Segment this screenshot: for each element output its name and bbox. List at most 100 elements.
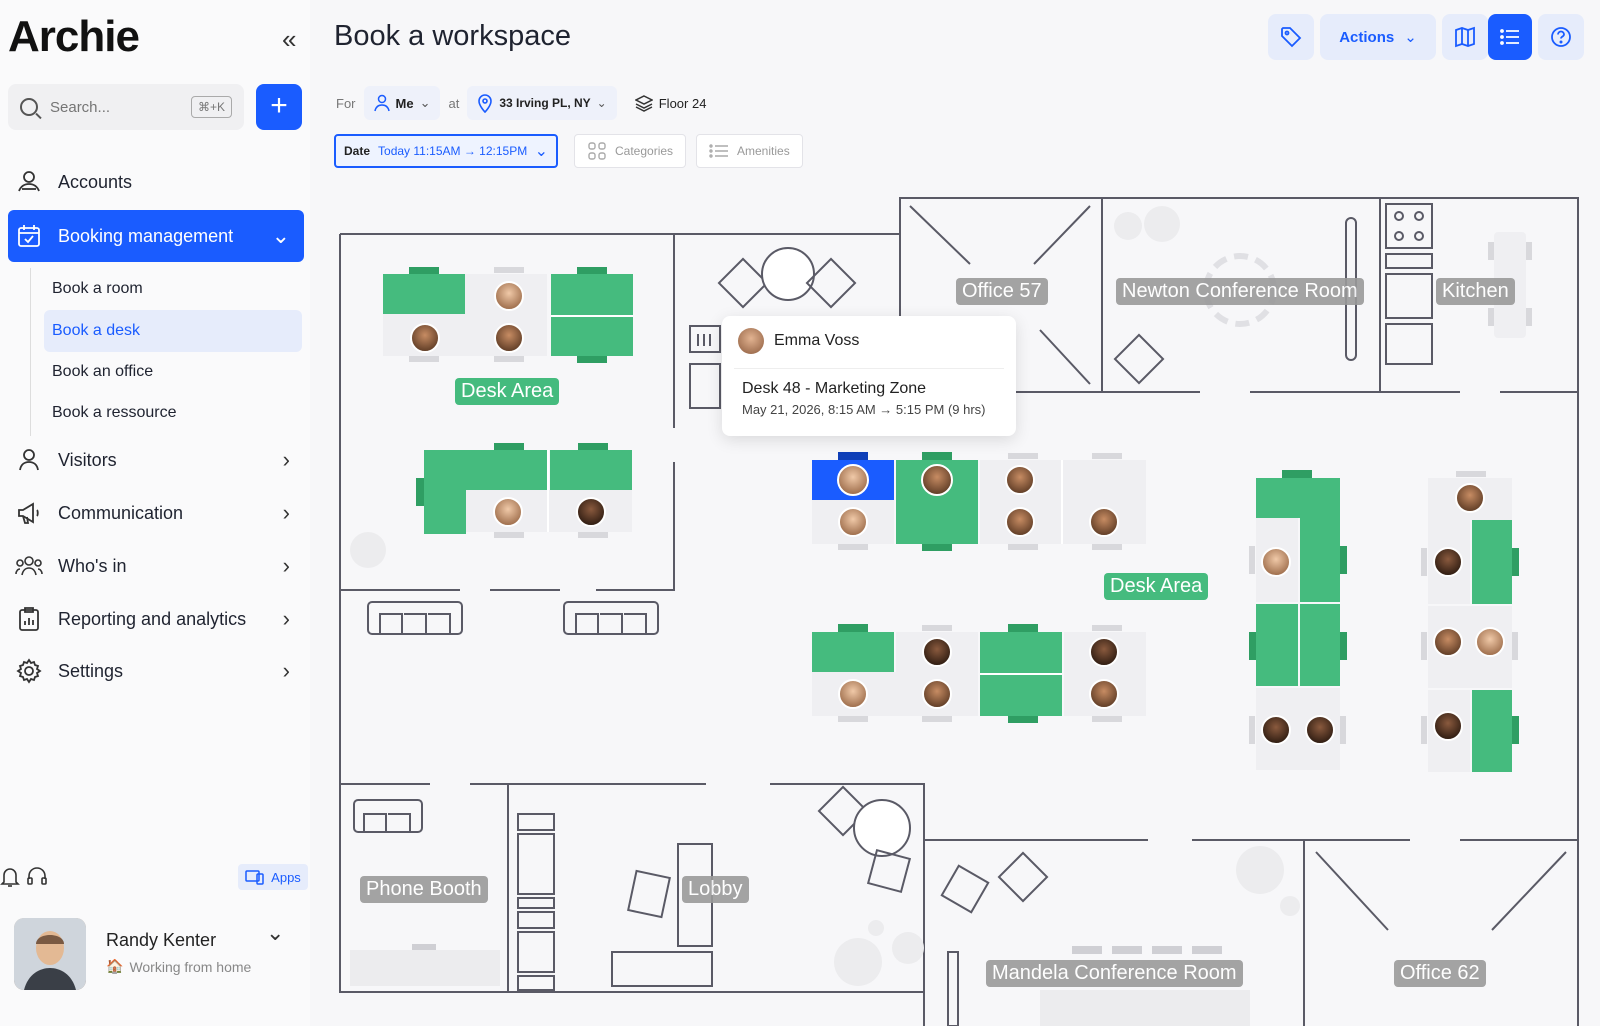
sidebar-item-label: Who's in <box>58 555 127 576</box>
search-icon <box>20 98 38 116</box>
for-select[interactable]: Me ⌄ <box>363 86 441 120</box>
sidebar-item-label: Settings <box>58 660 124 681</box>
date-filter[interactable]: Date Today 11:15AM → 12:15PM ⌄ <box>334 134 558 168</box>
for-value: Me <box>395 95 414 111</box>
sidebar-item-visitors[interactable]: Visitors › <box>8 436 304 484</box>
sidebar-item-whos-in[interactable]: Who's in › <box>8 542 304 590</box>
categories-label: Categories <box>615 144 674 158</box>
desk-cluster-6[interactable] <box>1421 471 1519 772</box>
list-icon <box>1500 29 1519 45</box>
app-window: Archie « ⌘+K + Accounts Booking manageme… <box>0 0 1600 1026</box>
room-label-kitchen[interactable]: Kitchen <box>1436 278 1515 305</box>
mandela-conference-room[interactable] <box>940 851 1250 1026</box>
apps-button[interactable]: Apps <box>238 864 308 890</box>
user-name: Randy Kenter <box>106 930 217 950</box>
amenities-label: Amenities <box>737 144 790 158</box>
sidebar-item-settings[interactable]: Settings › <box>8 647 304 695</box>
sidebar-item-label: Reporting and analytics <box>58 608 247 629</box>
sidebar-item-communication[interactable]: Communication › <box>8 489 304 537</box>
accounts-icon <box>14 167 44 197</box>
filter-bar: For Me ⌄ at 33 Irving PL, NY ⌄ Floor 24 <box>336 86 717 120</box>
chevron-right-icon: › <box>282 658 290 683</box>
actions-label: Actions <box>1339 28 1395 46</box>
chevron-right-icon: › <box>282 447 290 472</box>
bell-icon[interactable] <box>0 866 20 888</box>
chevron-right-icon: › <box>282 553 290 578</box>
chevron-down-icon[interactable]: ⌄ <box>266 920 284 946</box>
submenu-line <box>30 268 31 436</box>
calendar-check-icon <box>14 221 44 251</box>
headset-icon[interactable] <box>26 866 48 888</box>
grid-icon <box>588 142 606 160</box>
desk-cluster-2[interactable] <box>416 443 632 538</box>
floor-map[interactable] <box>310 180 1600 1026</box>
tooltip-person-name: Emma Voss <box>774 332 860 349</box>
floor-select[interactable]: Floor 24 <box>625 86 717 120</box>
chevron-right-icon: › <box>282 606 290 631</box>
page-title: Book a workspace <box>334 20 571 52</box>
gear-icon <box>14 656 44 686</box>
search-box[interactable]: ⌘+K <box>8 84 244 130</box>
help-button[interactable] <box>1538 14 1584 60</box>
room-label-newton[interactable]: Newton Conference Room <box>1116 278 1364 305</box>
app-logo: Archie <box>8 12 140 61</box>
sidebar-item-accounts[interactable]: Accounts <box>8 158 304 206</box>
list-view-button[interactable] <box>1488 14 1532 60</box>
collapse-sidebar-icon[interactable]: « <box>282 24 296 55</box>
list-icon <box>709 144 728 158</box>
megaphone-icon <box>14 498 44 528</box>
user-profile[interactable]: Randy Kenter 🏠 Working from home ⌄ <box>0 910 310 1026</box>
user-status-text: Working from home <box>129 958 252 975</box>
home-icon: 🏠 <box>106 958 124 974</box>
room-label-office-62[interactable]: Office 62 <box>1394 960 1486 987</box>
desk-cluster-4[interactable] <box>812 624 1146 723</box>
phone-booth-room[interactable] <box>350 944 500 986</box>
location-select[interactable]: 33 Irving PL, NY ⌄ <box>467 86 617 120</box>
sidebar-item-booking-management[interactable]: Booking management ⌄ <box>8 210 304 262</box>
desk-cluster-3[interactable] <box>812 452 1146 551</box>
room-label-phone-booth[interactable]: Phone Booth <box>360 876 488 903</box>
chevron-right-icon: › <box>282 500 290 525</box>
report-icon <box>14 604 44 634</box>
tag-button[interactable] <box>1268 14 1314 60</box>
actions-button[interactable]: Actions ⌄ <box>1320 14 1436 60</box>
sidebar-item-label: Accounts <box>58 171 133 192</box>
user-icon <box>373 94 390 112</box>
room-label-mandela[interactable]: Mandela Conference Room <box>986 960 1243 987</box>
layers-icon <box>634 95 653 112</box>
chevron-down-icon: ⌄ <box>534 143 548 160</box>
tooltip-booking-time: May 21, 2026, 8:15 AM → 5:15 PM (9 hrs) <box>742 402 986 417</box>
room-label-office-57[interactable]: Office 57 <box>956 278 1048 305</box>
sidebar-subitem-book-desk[interactable]: Book a desk <box>44 310 302 352</box>
room-label-lobby[interactable]: Lobby <box>682 876 749 903</box>
sidebar-subitem-book-resource[interactable]: Book a ressource <box>44 392 302 434</box>
categories-filter[interactable]: Categories <box>574 134 687 168</box>
devices-icon <box>245 870 264 885</box>
map-view-button[interactable] <box>1442 14 1488 60</box>
user-status: 🏠 Working from home <box>106 958 251 975</box>
search-input[interactable] <box>50 98 160 116</box>
add-button[interactable]: + <box>256 84 302 130</box>
sidebar-item-label: Booking management <box>58 225 234 246</box>
sidebar-item-reporting[interactable]: Reporting and analytics › <box>8 595 304 643</box>
date-label: Date <box>344 144 371 158</box>
user-icon <box>14 445 44 475</box>
tag-icon <box>1281 27 1302 48</box>
sofas <box>353 601 659 833</box>
sidebar-subitem-book-office[interactable]: Book an office <box>44 351 302 393</box>
desk-cluster-1[interactable] <box>383 267 633 363</box>
chevron-down-icon: ⌄ <box>1404 29 1417 46</box>
divider <box>734 368 1004 369</box>
sidebar-subitem-book-room[interactable]: Book a room <box>44 268 302 310</box>
apps-label: Apps <box>271 869 301 885</box>
amenities-filter[interactable]: Amenities <box>696 134 803 168</box>
floor-value: Floor 24 <box>658 95 707 111</box>
desk-cluster-5[interactable] <box>1249 470 1347 770</box>
sidebar-item-label: Communication <box>58 502 184 523</box>
sidebar: Archie « ⌘+K + Accounts Booking manageme… <box>0 0 310 1026</box>
zone-label-desk-area: Desk Area <box>455 378 560 405</box>
office-62-room[interactable] <box>1315 851 1567 931</box>
chevron-down-icon: ⌄ <box>419 95 431 110</box>
search-shortcut-badge: ⌘+K <box>190 96 232 118</box>
help-icon <box>1551 27 1571 47</box>
